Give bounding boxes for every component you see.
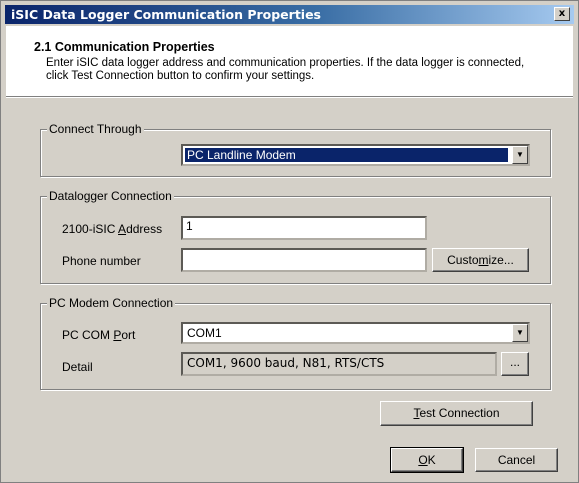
connect-through-group: Connect Through PC Landline Modem ▼ (40, 122, 551, 177)
chevron-down-icon[interactable]: ▼ (512, 324, 528, 342)
connect-through-legend: Connect Through (47, 122, 144, 136)
datalogger-connection-group: Datalogger Connection 2100-iSIC Address … (40, 189, 551, 284)
header-panel: 2.1 Communication Properties Enter iSIC … (6, 26, 573, 97)
detail-settings-button[interactable]: ... (501, 352, 529, 376)
com-port-select[interactable]: COM1 ▼ (181, 322, 530, 344)
pc-modem-connection-legend: PC Modem Connection (47, 296, 176, 310)
window-title: iSIC Data Logger Communication Propertie… (11, 7, 321, 22)
com-port-value: COM1 (187, 326, 222, 340)
close-button[interactable]: x (554, 7, 570, 21)
detail-label: Detail (62, 360, 93, 374)
page-description: Enter iSIC data logger address and commu… (46, 57, 525, 82)
test-connection-button[interactable]: Test Connection (380, 401, 533, 426)
connect-through-value: PC Landline Modem (185, 148, 508, 162)
datalogger-connection-legend: Datalogger Connection (47, 189, 174, 203)
com-port-label: PC COM Port (62, 328, 136, 342)
phone-input[interactable] (181, 248, 427, 272)
title-bar[interactable]: iSIC Data Logger Communication Propertie… (5, 5, 574, 24)
dialog-window: iSIC Data Logger Communication Propertie… (0, 0, 579, 483)
header-divider (6, 97, 573, 98)
address-label: 2100-iSIC Address (62, 222, 163, 236)
cancel-button[interactable]: Cancel (475, 448, 558, 472)
address-input[interactable]: 1 (181, 216, 427, 240)
ok-button[interactable]: OK (390, 447, 464, 473)
detail-value: COM1, 9600 baud, N81, RTS/CTS (181, 352, 497, 376)
chevron-down-icon[interactable]: ▼ (512, 146, 528, 164)
connect-through-select[interactable]: PC Landline Modem ▼ (181, 144, 530, 166)
customize-button[interactable]: Customize... (432, 248, 529, 272)
pc-modem-connection-group: PC Modem Connection PC COM Port COM1 ▼ D… (40, 296, 551, 390)
page-title: 2.1 Communication Properties (34, 40, 215, 54)
phone-label: Phone number (62, 254, 141, 268)
